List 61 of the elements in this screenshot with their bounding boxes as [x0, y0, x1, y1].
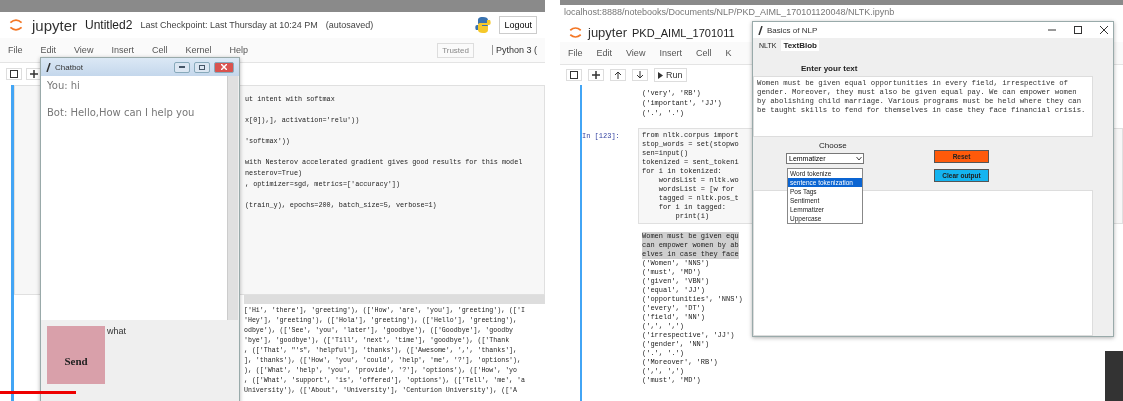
menu-item[interactable]: File [568, 48, 583, 58]
save-button[interactable] [6, 68, 22, 80]
move-up-button[interactable] [610, 69, 626, 81]
text-label: Enter your text [801, 64, 858, 74]
message-input[interactable]: what [107, 326, 233, 336]
menu-item[interactable]: Help [229, 45, 248, 55]
minimize-icon [179, 66, 185, 68]
minimize-button[interactable] [174, 61, 190, 73]
save-button[interactable] [566, 69, 582, 81]
close-icon [221, 64, 227, 70]
notebook-title[interactable]: PKD_AIML_1701011 [632, 26, 735, 39]
tab[interactable]: TextBlob [781, 40, 819, 51]
jupyter-wordmark: jupyter [588, 25, 628, 40]
jupyter-wordmark: jupyter [32, 16, 78, 34]
jupyter-logo-icon [8, 17, 24, 33]
menu-item[interactable]: View [74, 45, 94, 55]
address-bar[interactable]: localhost:8888/notebooks/Documents/NLP/PKD_AIML_170101120048/NLTK.ipynb [560, 5, 895, 23]
close-icon[interactable] [1100, 26, 1108, 34]
menu-item[interactable]: File [8, 45, 23, 55]
arrow-up-icon [614, 71, 622, 79]
save-icon [570, 71, 578, 79]
menu-item[interactable]: Insert [111, 45, 134, 55]
chat-message: Bot: Hello,How can I help you [47, 107, 196, 118]
play-icon [658, 71, 664, 79]
autosave-status: (autosaved) [325, 20, 374, 30]
vertical-scrollbar[interactable] [227, 76, 238, 320]
menu-item[interactable]: Insert [659, 48, 682, 58]
caret-icon [855, 154, 863, 163]
maximize-button[interactable] [194, 61, 210, 73]
notebook-title[interactable]: Untitled2 [85, 18, 133, 32]
dark-panel [1105, 351, 1123, 401]
minimize-icon[interactable] [1048, 26, 1056, 34]
python-logo-icon [475, 16, 492, 34]
maximize-icon [199, 64, 205, 70]
jupyter-logo-icon [568, 25, 583, 40]
menu-item[interactable]: K [725, 48, 732, 58]
logout-button[interactable]: Logout [499, 16, 537, 34]
plus-icon [30, 70, 38, 78]
menu-item[interactable]: View [626, 48, 646, 58]
send-button[interactable]: Send [47, 326, 105, 384]
menu-item[interactable]: Edit [40, 45, 57, 55]
window-title: Chatbot [55, 62, 84, 72]
close-button[interactable] [214, 61, 234, 73]
window-title: Basics of NLP [767, 25, 818, 35]
add-cell-button[interactable] [588, 69, 604, 81]
run-button[interactable]: Run [654, 68, 687, 82]
kernel-name[interactable]: Python 3 ( [491, 45, 537, 55]
plus-icon [592, 71, 600, 79]
trusted-indicator[interactable]: Trusted [437, 42, 474, 58]
chat-message: You: hi [47, 80, 81, 91]
horizontal-scrollbar[interactable] [244, 295, 545, 304]
menu-item[interactable]: Cell [695, 48, 712, 58]
maximize-icon[interactable] [1074, 26, 1082, 34]
checkpoint-text: Last Checkpoint: Last Thursday at 10:24 PM [140, 20, 318, 30]
menu-item[interactable]: Cell [151, 45, 168, 55]
choose-label: Choose [819, 141, 847, 150]
move-down-button[interactable] [632, 69, 648, 81]
arrow-down-icon [636, 71, 644, 79]
menu-item[interactable]: Edit [596, 48, 613, 58]
save-icon [10, 70, 18, 78]
menu-item[interactable]: Kernel [185, 45, 212, 55]
